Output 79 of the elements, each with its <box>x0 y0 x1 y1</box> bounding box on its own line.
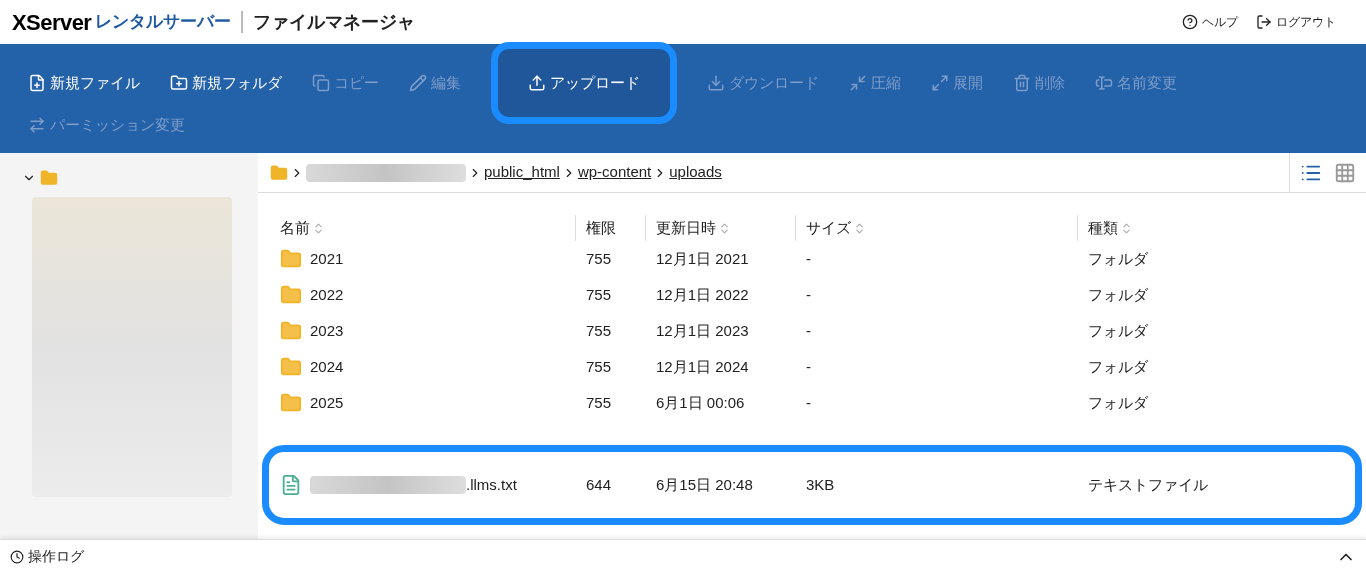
file-name: 2022 <box>310 284 344 305</box>
edit-icon <box>409 74 427 92</box>
sort-icon <box>853 221 866 235</box>
table-row[interactable]: 2021 755 12月1日 2021 - フォルダ <box>280 241 1344 277</box>
rename-icon <box>1095 74 1113 92</box>
download-icon <box>707 74 725 92</box>
sort-icon <box>718 221 731 235</box>
table-cell: テキストファイル <box>1088 475 1208 493</box>
file-name: 2024 <box>310 356 344 377</box>
table-row[interactable]: 2022 755 12月1日 2022 - フォルダ <box>280 277 1344 313</box>
extract-icon <box>931 74 949 92</box>
copy-icon <box>312 74 330 92</box>
upload-icon <box>528 74 546 92</box>
table-cell: 755 <box>586 285 612 303</box>
sort-icon <box>312 221 325 235</box>
column-header[interactable]: 種類 <box>1088 216 1133 240</box>
table-cell: フォルダ <box>1088 321 1148 339</box>
table-cell: - <box>806 285 811 303</box>
table-cell: フォルダ <box>1088 393 1148 411</box>
table-cell: 755 <box>586 393 612 411</box>
table-row[interactable]: 2025 755 6月1日 00:06 - フォルダ <box>280 385 1344 421</box>
breadcrumb-link[interactable]: public_html <box>484 161 560 184</box>
app-title: ファイルマネージャ <box>253 10 416 34</box>
file-name: 2021 <box>310 248 344 269</box>
toolbar-button[interactable]: 新規ファイル <box>28 71 140 95</box>
table-cell: 6月15日 20:48 <box>656 475 753 493</box>
table-cell: - <box>806 393 811 411</box>
table-cell: フォルダ <box>1088 249 1148 267</box>
table-cell: 755 <box>586 357 612 375</box>
permission-icon <box>28 116 46 134</box>
file-name: 2025 <box>310 392 344 413</box>
table-row[interactable]: 2024 755 12月1日 2024 - フォルダ <box>280 349 1344 385</box>
table-cell: - <box>806 249 811 267</box>
toolbar-button[interactable]: 新規フォルダ <box>170 71 282 95</box>
logout-icon <box>1256 14 1272 30</box>
toolbar-button[interactable]: アップロード <box>491 42 677 124</box>
logo-subtitle: レンタルサーバー <box>95 11 232 34</box>
table-cell: 12月1日 2023 <box>656 321 749 339</box>
logo: XServer <box>12 8 92 37</box>
header-link[interactable]: ログアウト <box>1256 13 1336 31</box>
column-header[interactable]: 更新日時 <box>656 216 731 240</box>
folder-icon <box>280 284 302 306</box>
header-link[interactable]: ヘルプ <box>1182 13 1238 31</box>
column-header[interactable]: 名前 <box>280 216 325 240</box>
breadcrumb-link[interactable]: wp-content <box>577 161 652 184</box>
text-file-icon <box>280 474 302 496</box>
help-icon <box>1182 14 1198 30</box>
folder-icon <box>280 356 302 378</box>
table-cell: 12月1日 2021 <box>656 249 749 267</box>
highlighted-row[interactable]: .llms.txt 644 6月15日 20:48 3KB テキストファイル <box>262 445 1362 525</box>
log-label: 操作ログ <box>28 547 84 566</box>
file-name: .llms.txt <box>466 474 517 495</box>
sort-icon <box>1120 221 1133 235</box>
table-cell: 12月1日 2024 <box>656 357 749 375</box>
folder-icon <box>40 169 58 187</box>
new-folder-icon <box>170 74 188 92</box>
table-cell: 644 <box>586 475 612 493</box>
delete-icon <box>1013 74 1031 92</box>
table-cell: 755 <box>586 249 612 267</box>
folder-icon <box>280 392 302 414</box>
clock-icon <box>10 549 24 564</box>
table-cell: 3KB <box>806 475 835 493</box>
table-cell: フォルダ <box>1088 357 1148 375</box>
new-file-icon <box>28 74 46 92</box>
table-cell: - <box>806 321 811 339</box>
folder-icon <box>280 320 302 342</box>
folder-icon <box>280 248 302 270</box>
column-header[interactable]: サイズ <box>806 216 866 240</box>
table-row[interactable]: 2023 755 12月1日 2023 - フォルダ <box>280 313 1344 349</box>
table-cell: - <box>806 357 811 375</box>
table-cell: フォルダ <box>1088 285 1148 303</box>
table-cell: 6月1日 00:06 <box>656 393 745 411</box>
file-name: 2023 <box>310 320 344 341</box>
breadcrumb-link[interactable]: uploads <box>669 161 722 184</box>
table-cell: 755 <box>586 321 612 339</box>
grid-view-icon[interactable] <box>1334 161 1356 184</box>
table-cell: 12月1日 2022 <box>656 285 749 303</box>
column-header[interactable]: 権限 <box>586 216 616 240</box>
compress-icon <box>849 74 867 92</box>
